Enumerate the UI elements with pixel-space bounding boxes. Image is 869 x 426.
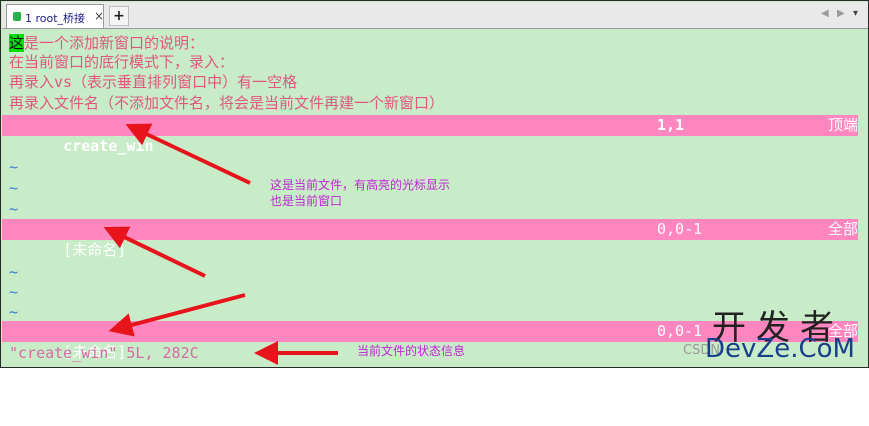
cursor: 这 bbox=[9, 34, 25, 52]
connection-status-icon bbox=[13, 12, 21, 21]
cursor-position: 0,0-1 bbox=[657, 322, 703, 340]
status-line-window-2: [未命名] 0,0-1 全部 bbox=[2, 219, 858, 259]
status-line-active: create_win 1,1 顶端 bbox=[2, 115, 858, 155]
tab-bar: 1 root_桥接 × + ◀ ▶ ▾ bbox=[2, 2, 868, 29]
cursor-position: 0,0-1 bbox=[657, 220, 703, 238]
tab-root-bridge[interactable]: 1 root_桥接 × bbox=[6, 4, 104, 28]
window-filename: create_win bbox=[63, 137, 154, 155]
cursor-position: 1,1 bbox=[657, 116, 685, 134]
tab-menu-icon[interactable]: ▾ bbox=[853, 8, 858, 19]
close-icon[interactable]: × bbox=[94, 9, 104, 23]
tab-label: 1 root_桥接 bbox=[25, 12, 86, 25]
annotation-line: 也是当前窗口 bbox=[270, 194, 343, 208]
intro-line-3: 再录入vs（表示垂直排列窗口中）有一空格 bbox=[9, 73, 298, 91]
intro-line-2: 在当前窗口的底行模式下，录入： bbox=[9, 53, 235, 71]
intro-line-4: 再录入文件名（不添加文件名，将会是当前文件再建一个新窗口） bbox=[9, 94, 445, 112]
intro-line-1: 这是一个添加新窗口的说明： bbox=[2, 33, 858, 54]
annotation-line: 这是当前文件，有高亮的光标显示 bbox=[270, 178, 451, 192]
window-filename: [未命名] bbox=[63, 241, 127, 259]
scroll-right-icon[interactable]: ▶ bbox=[837, 8, 845, 19]
scroll-position: 全部 bbox=[827, 220, 858, 238]
intro-line-1-text: 是一个添加新窗口的说明： bbox=[24, 34, 205, 52]
add-tab-button[interactable]: + bbox=[109, 6, 129, 26]
annotation-status-info: 当前文件的状态信息 bbox=[357, 344, 466, 358]
scroll-left-icon[interactable]: ◀ bbox=[821, 8, 829, 19]
scrollbar[interactable] bbox=[858, 29, 868, 367]
scroll-position: 顶端 bbox=[827, 116, 858, 134]
empty-line-tilde: ~ bbox=[9, 158, 19, 176]
watermark-site: DevZe.CoM bbox=[705, 334, 855, 364]
annotation-current-file: 这是当前文件，有高亮的光标显示 也是当前窗口 bbox=[270, 177, 450, 209]
empty-line-tilde: ~ bbox=[9, 263, 19, 281]
